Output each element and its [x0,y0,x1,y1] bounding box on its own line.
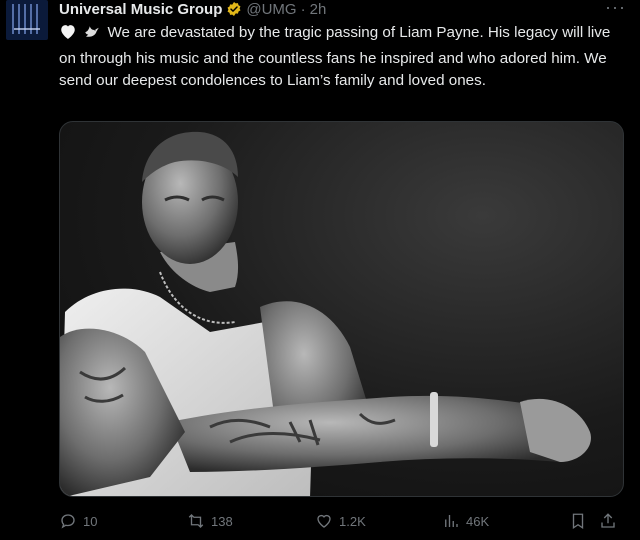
tweet-actions: 10 138 1.2K 46K [59,512,624,534]
view-count: 46K [466,513,490,529]
dove-emoji [83,23,101,48]
share-button[interactable] [599,512,617,530]
tweet-header: Universal Music Group @UMG · 2h [59,0,326,18]
views-button[interactable]: 46K [442,512,489,530]
repost-count: 138 [211,513,233,529]
tweet-photo[interactable] [59,121,624,497]
heart-icon [317,514,331,528]
verified-badge-icon[interactable] [226,1,242,17]
like-count: 1.2K [339,513,366,529]
author-name[interactable]: Universal Music Group [59,1,222,18]
tweet-text: We are devastated by the tragic passing … [59,24,611,89]
tweet-body: We are devastated by the tragic passing … [59,22,629,93]
bookmark-button[interactable] [569,512,587,530]
avatar-logo-line [14,28,40,30]
more-options-button[interactable]: ··· [605,0,626,16]
header-separator: · [300,0,306,18]
avatar[interactable] [6,0,48,40]
repost-icon [188,514,204,528]
photo-illustration [60,131,591,496]
bookmark-icon [572,513,584,530]
like-button[interactable]: 1.2K [315,512,366,530]
share-icon [601,513,615,528]
white-heart-emoji [59,23,77,48]
tweet-time[interactable]: 2h [310,1,327,18]
reply-button[interactable]: 10 [59,512,97,530]
reply-count: 10 [83,513,98,529]
reply-icon [61,514,75,529]
repost-button[interactable]: 138 [187,512,233,530]
views-icon [445,515,458,527]
author-handle[interactable]: @UMG [246,1,296,18]
